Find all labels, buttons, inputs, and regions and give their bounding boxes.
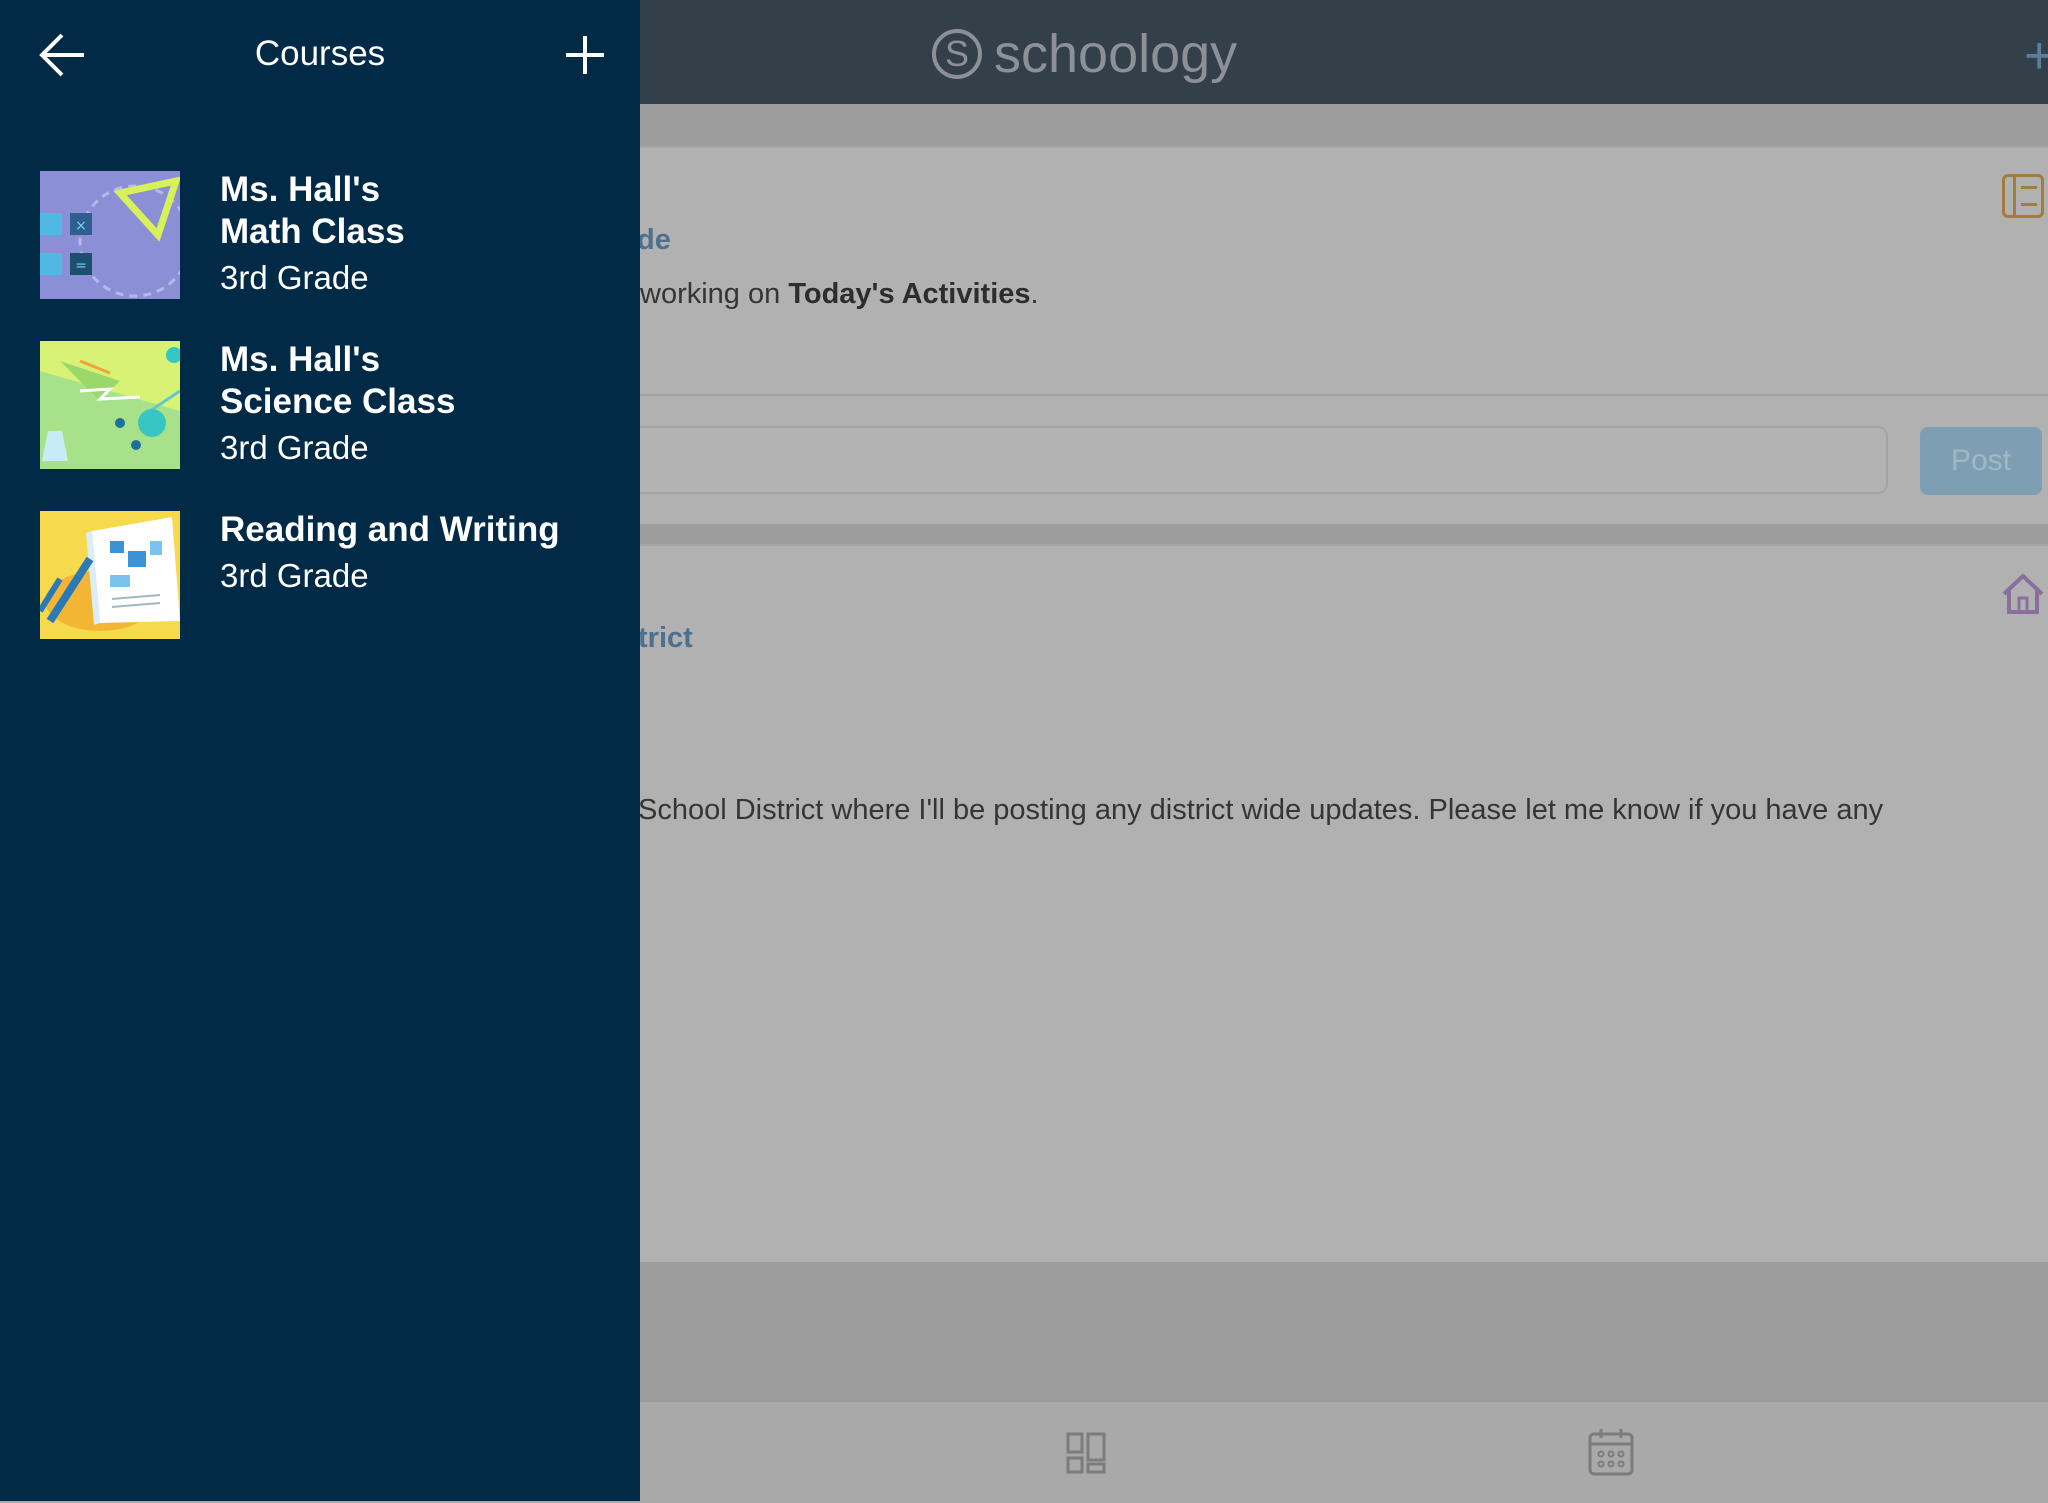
courses-drawer: Courses × = Ms. Hall's Math Class 3rd Gr… xyxy=(0,0,640,1501)
plus-icon[interactable] xyxy=(562,32,608,78)
course-item-reading[interactable]: Reading and Writing 3rd Grade xyxy=(40,510,620,641)
course-grade: 3rd Grade xyxy=(220,429,369,466)
math-thumbnail: × = xyxy=(40,171,180,299)
course-title: Ms. Hall's Science Class xyxy=(220,340,456,421)
science-thumbnail xyxy=(40,341,180,469)
course-item-science[interactable]: Ms. Hall's Science Class 3rd Grade xyxy=(40,340,620,471)
back-arrow-icon[interactable] xyxy=(38,30,88,80)
district-card-title[interactable]: trict xyxy=(638,622,693,655)
post-input[interactable] xyxy=(620,426,1888,494)
update-card-text: working on Today's Activities. xyxy=(640,278,1039,310)
district-card-text: School District where I'll be posting an… xyxy=(638,794,1884,826)
drawer-title: Courses xyxy=(254,34,386,73)
course-grade: 3rd Grade xyxy=(220,259,369,296)
reading-thumbnail xyxy=(40,511,180,639)
schoology-logo-mark: S xyxy=(932,29,982,79)
calendar-icon[interactable] xyxy=(1588,1428,1634,1476)
course-grade: 3rd Grade xyxy=(220,557,369,594)
dashboard-icon[interactable] xyxy=(1066,1432,1106,1474)
post-button[interactable]: Post xyxy=(1920,427,2042,495)
top-plus-icon[interactable]: + xyxy=(2024,30,2048,82)
course-item-math[interactable]: × = Ms. Hall's Math Class 3rd Grade xyxy=(40,170,620,301)
svg-text:×: × xyxy=(75,218,87,234)
svg-text:=: = xyxy=(75,258,87,274)
course-title: Reading and Writing xyxy=(220,510,560,549)
schoology-logo-text: schoology xyxy=(994,24,1238,84)
notebook-icon xyxy=(2002,174,2044,218)
course-title: Ms. Hall's Math Class xyxy=(220,170,405,251)
schoology-logo: S schoology xyxy=(932,24,1237,84)
home-icon xyxy=(2002,574,2044,614)
drawer-header: Courses xyxy=(0,0,640,110)
update-card-title[interactable]: de xyxy=(637,224,671,257)
